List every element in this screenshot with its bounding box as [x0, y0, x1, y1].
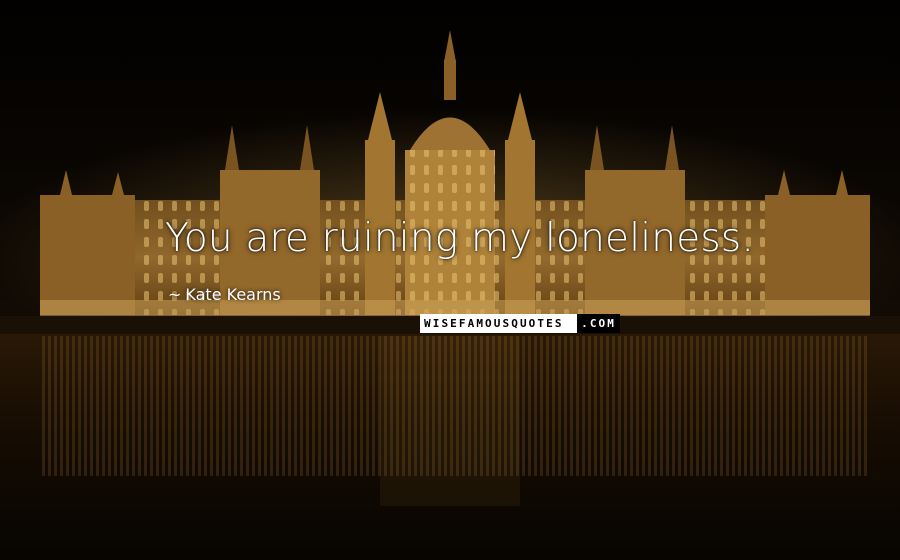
quote-image: You are ruining my loneliness. ~ Kate Kea… — [0, 0, 900, 560]
author-name: Kate Kearns — [185, 285, 281, 304]
watermark-right: .COM — [577, 314, 620, 333]
author-dash: ~ — [168, 285, 182, 304]
author-line: ~ Kate Kearns — [168, 285, 281, 305]
quote-text: You are ruining my loneliness. — [165, 216, 755, 261]
parliament-night-background — [0, 0, 900, 560]
watermark-left: WISEFAMOUSQUOTES — [420, 314, 578, 333]
site-watermark-logo: WISEFAMOUSQUOTES .COM — [420, 314, 620, 333]
